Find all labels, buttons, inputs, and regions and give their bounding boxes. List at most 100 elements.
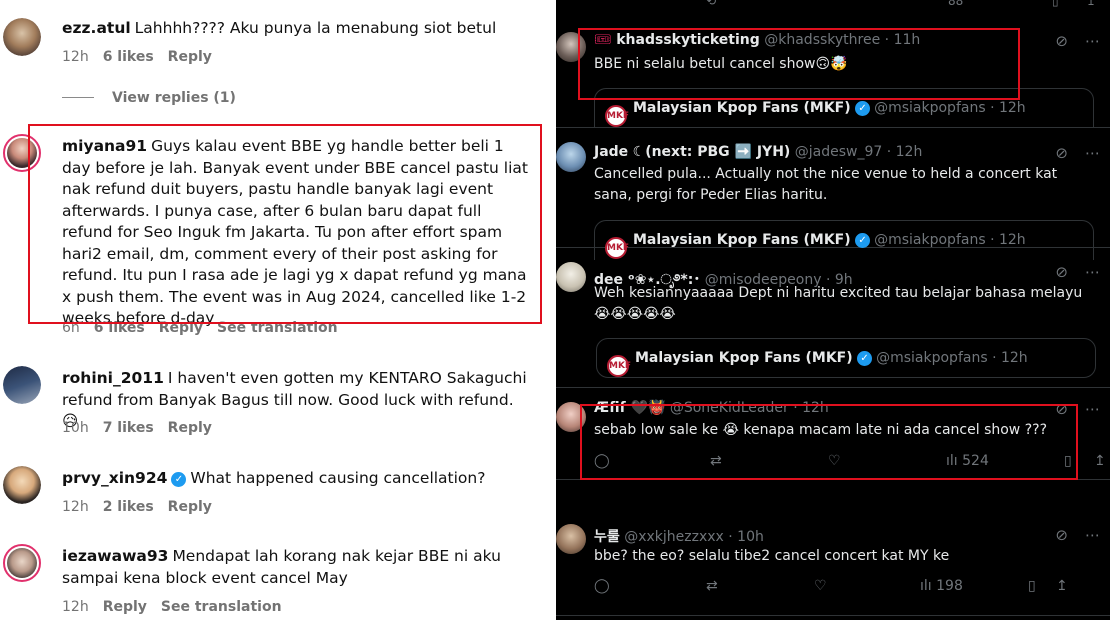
handle-time: @khadsskythree · 11h <box>764 32 921 48</box>
reply-text: sebab low sale ke 😭 kenapa macam late ni… <box>594 422 1047 438</box>
display-name[interactable]: khadsskyticketing <box>616 32 760 48</box>
divider <box>62 97 94 98</box>
more-icon[interactable]: ⋯ <box>1085 400 1100 418</box>
comment-username[interactable]: rohini_2011 <box>62 369 164 387</box>
handle-time: @jadesw_97 · 12h <box>794 144 923 160</box>
top-action-bar: ⟲ 88 ▯ ↥ <box>556 0 1110 12</box>
reply-icon[interactable]: ◯ <box>594 578 610 594</box>
comment-text: Guys kalau event BBE yg handle better be… <box>62 137 528 327</box>
reply-item: 🎟 khadsskyticketing @khadsskythree · 11h… <box>556 20 1110 128</box>
avatar[interactable] <box>556 142 586 172</box>
views-count[interactable]: 88 <box>948 0 963 8</box>
share-icon[interactable]: ↥ <box>1094 453 1106 469</box>
verified-icon: ✓ <box>171 472 187 487</box>
view-replies-button[interactable]: View replies (1) <box>62 90 236 106</box>
bookmark-icon[interactable]: ▯ <box>1064 453 1072 469</box>
mkf-logo-icon: MKF <box>607 355 631 377</box>
see-translation-button[interactable]: See translation <box>217 320 338 336</box>
like-icon[interactable]: ♡ <box>828 453 841 469</box>
grok-icon[interactable]: ⊘ <box>1055 400 1068 418</box>
bookmark-icon[interactable]: ▯ <box>1052 0 1059 8</box>
like-icon[interactable]: ♡ <box>814 578 827 594</box>
more-icon[interactable]: ⋯ <box>1085 144 1100 162</box>
comment-time: 12h <box>62 599 89 615</box>
comment-text: What happened causing cancellation? <box>190 469 486 487</box>
grok-icon[interactable]: ⊘ <box>1055 32 1068 50</box>
avatar[interactable] <box>556 402 586 432</box>
views-count: 198 <box>936 578 963 594</box>
retweet-icon[interactable]: ⟲ <box>706 0 716 8</box>
reply-button[interactable]: Reply <box>168 49 212 65</box>
verified-icon: ✓ <box>857 351 873 366</box>
display-name[interactable]: 누룰 <box>594 529 620 545</box>
display-name[interactable]: Æfif 🖤👹 <box>594 400 665 416</box>
comment-time: 10h <box>62 420 89 436</box>
reply-button[interactable]: Reply <box>168 499 212 515</box>
comment-likes[interactable]: 6 likes <box>94 320 145 336</box>
reply-item: Æfif 🖤👹 @SoneKidLeader · 12h ⊘ ⋯ sebab l… <box>556 392 1110 480</box>
reply-text: Weh kesiannyaaaaa Dept ni haritu excited… <box>594 285 1083 322</box>
reply-item: Jade ☾(next: PBG ➡️ JYH) @jadesw_97 · 12… <box>556 130 1110 260</box>
reply-text: bbe? the eo? selalu tibe2 cancel concert… <box>594 548 950 564</box>
avatar[interactable] <box>556 262 586 292</box>
avatar[interactable] <box>3 134 41 172</box>
reply-icon[interactable]: ◯ <box>594 453 610 469</box>
reply-item: 누룰 @xxkjhezzxxx · 10h ⊘ ⋯ bbe? the eo? s… <box>556 516 1110 616</box>
comment-text: Lahhhh???? Aku punya la menabung siot be… <box>134 19 497 37</box>
ticket-icon: 🎟 <box>594 32 612 48</box>
comment-username[interactable]: prvy_xin924 <box>62 469 167 487</box>
share-icon[interactable]: ↥ <box>1056 578 1068 594</box>
quoted-name: Malaysian Kpop Fans (MKF) <box>635 350 853 366</box>
comment-item: ezz.atul Lahhhh???? Aku punya la menabung… <box>0 14 556 74</box>
avatar[interactable] <box>3 366 41 404</box>
more-icon[interactable]: ⋯ <box>1085 526 1100 544</box>
more-icon[interactable]: ⋯ <box>1085 32 1100 50</box>
views-icon[interactable]: ılı 524 <box>946 453 989 469</box>
more-icon[interactable]: ⋯ <box>1085 263 1100 281</box>
avatar[interactable] <box>556 524 586 554</box>
avatar[interactable] <box>3 18 41 56</box>
comment-item: miyana91 Guys kalau event BBE yg handle b… <box>0 130 556 340</box>
reply-button[interactable]: Reply <box>168 420 212 436</box>
bookmark-icon[interactable]: ▯ <box>1028 578 1036 594</box>
views-icon[interactable]: ılı 198 <box>920 578 963 594</box>
retweet-icon[interactable]: ⇄ <box>710 453 722 469</box>
action-bar: ◯ ⇄ ♡ ılı 524 ▯ ↥ <box>594 453 1106 473</box>
verified-icon: ✓ <box>855 101 871 116</box>
comment-time: 12h <box>62 49 89 65</box>
quoted-post[interactable]: MKF Malaysian Kpop Fans (MKF) ✓ @msiakpopf… <box>596 338 1096 378</box>
reply-button[interactable]: Reply <box>159 320 203 336</box>
avatar[interactable] <box>3 544 41 582</box>
quoted-name: Malaysian Kpop Fans (MKF) <box>633 232 851 248</box>
comment-item: iezawawa93 Mendapat lah korang nak kejar … <box>0 544 556 620</box>
reply-text: BBE ni selalu betul cancel show🙃🤯 <box>594 56 848 72</box>
comment-username[interactable]: miyana91 <box>62 137 147 155</box>
avatar[interactable] <box>556 32 586 62</box>
retweet-icon[interactable]: ⇄ <box>706 578 718 594</box>
grok-icon[interactable]: ⊘ <box>1055 263 1068 281</box>
comment-item: prvy_xin924 ✓ What happened causing cancel… <box>0 466 556 526</box>
display-name[interactable]: Jade <box>594 144 628 160</box>
quoted-handle: @msiakpopfans · 12h <box>874 100 1026 116</box>
see-translation-button[interactable]: See translation <box>161 599 282 615</box>
mkf-logo-icon: MKF <box>605 105 629 127</box>
handle-time: @SoneKidLeader · 12h <box>669 400 829 416</box>
comment-username[interactable]: ezz.atul <box>62 19 131 37</box>
action-bar: ◯ ⇄ ♡ ılı 198 ▯ ↥ <box>594 578 1104 598</box>
handle-time: @xxkjhezzxxx · 10h <box>624 529 764 545</box>
share-icon[interactable]: ↥ <box>1086 0 1096 8</box>
comment-username[interactable]: iezawawa93 <box>62 547 168 565</box>
comment-likes[interactable]: 6 likes <box>103 49 154 65</box>
reply-button[interactable]: Reply <box>103 599 147 615</box>
quoted-handle: @msiakpopfans · 12h <box>874 232 1026 248</box>
avatar[interactable] <box>3 466 41 504</box>
grok-icon[interactable]: ⊘ <box>1055 144 1068 162</box>
quoted-post[interactable]: MKF Malaysian Kpop Fans (MKF) ✓ @msiakpopf… <box>594 88 1094 128</box>
comment-likes[interactable]: 7 likes <box>103 420 154 436</box>
verified-icon: ✓ <box>855 233 871 248</box>
quoted-handle: @msiakpopfans · 12h <box>876 350 1028 366</box>
quoted-name: Malaysian Kpop Fans (MKF) <box>633 100 851 116</box>
comment-likes[interactable]: 2 likes <box>103 499 154 515</box>
comment-item: rohini_2011 I haven't even gotten my KENT… <box>0 366 556 446</box>
grok-icon[interactable]: ⊘ <box>1055 526 1068 544</box>
